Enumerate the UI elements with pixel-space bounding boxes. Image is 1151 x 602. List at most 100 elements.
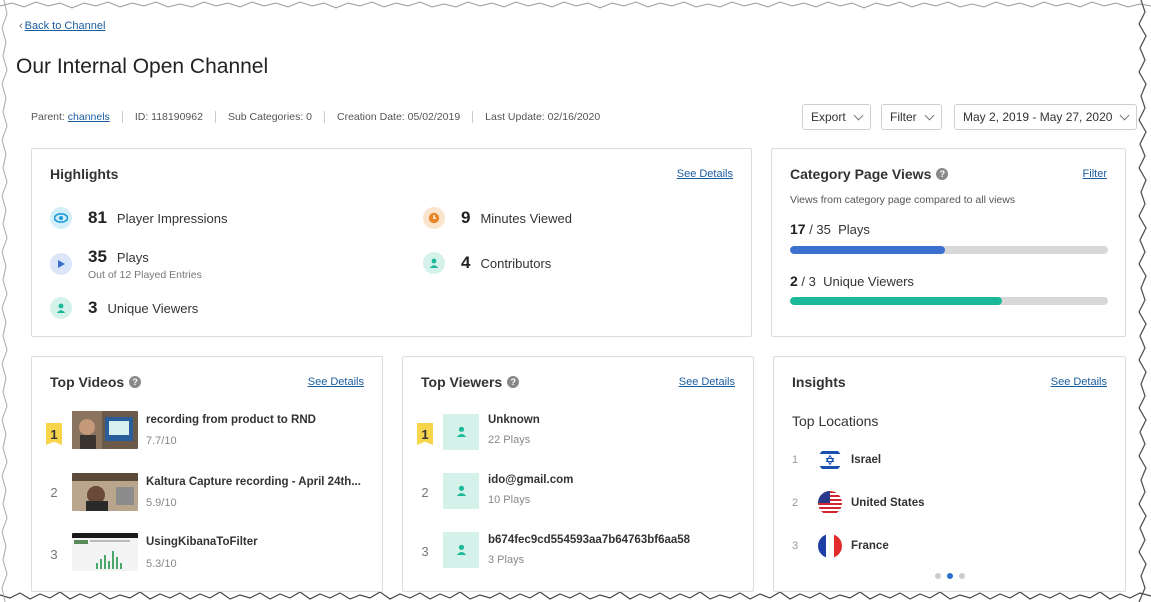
export-label: Export	[811, 110, 846, 124]
category-viewers-total: 3	[808, 274, 816, 289]
category-meta-row: Parent: channels ID: 118190962 Sub Categ…	[31, 111, 600, 123]
top-videos-card: Top Videos ? See Details 1 recording fro…	[31, 356, 383, 592]
video-thumbnail	[72, 533, 138, 571]
plays-value: 35	[88, 247, 107, 266]
minutes-viewed-label: Minutes Viewed	[480, 210, 573, 226]
clock-icon	[423, 207, 445, 229]
player-impressions-label: Player Impressions	[116, 210, 228, 226]
category-plays-progress-bar	[790, 246, 1108, 254]
player-impressions-stat: 81 Player Impressions	[50, 207, 227, 229]
rank-number: 3	[421, 543, 429, 559]
location-name: Israel	[851, 454, 882, 466]
player-impressions-value: 81	[88, 208, 107, 227]
unique-viewers-value: 3	[88, 298, 98, 317]
insights-see-details-link[interactable]: See Details	[1051, 376, 1107, 388]
help-icon[interactable]: ?	[507, 376, 520, 388]
minutes-viewed-value: 9	[461, 208, 471, 227]
page-title: Our Internal Open Channel	[16, 55, 269, 78]
top-viewers-title: Top Viewers ?	[421, 374, 520, 390]
category-page-views-title: Category Page Views ?	[790, 166, 949, 182]
chevron-left-icon: ‹	[19, 20, 23, 32]
plays-label: Plays	[116, 249, 149, 265]
video-score: 5.9/10	[146, 497, 177, 509]
category-viewers-progress-bar	[790, 297, 1108, 305]
unique-viewers-stat: 3 Unique Viewers	[50, 297, 198, 319]
france-flag-icon	[818, 534, 842, 558]
torn-edge-top	[0, 1, 1151, 9]
unique-viewers-label: Unique Viewers	[107, 300, 199, 316]
export-dropdown[interactable]: Export	[802, 104, 871, 130]
pager-dot[interactable]	[947, 573, 953, 579]
rank-badge: 1	[417, 423, 433, 445]
date-range-picker[interactable]: May 2, 2019 - May 27, 2020	[954, 104, 1138, 130]
video-thumbnail	[72, 411, 138, 449]
viewer-name: ido@gmail.com	[488, 474, 574, 486]
highlights-card: Highlights See Details 81 Player Impress…	[31, 148, 752, 337]
creation-date: Creation Date: 05/02/2019	[337, 111, 461, 123]
date-range-value: May 2, 2019 - May 27, 2020	[963, 110, 1113, 124]
meta-divider	[472, 111, 474, 123]
parent-link[interactable]: channels	[68, 111, 110, 123]
pager-dot[interactable]	[959, 573, 965, 579]
video-score: 7.7/10	[146, 435, 177, 447]
location-rank: 3	[792, 540, 799, 552]
rank-badge: 1	[46, 423, 62, 445]
location-name: United States	[851, 497, 925, 509]
meta-divider	[121, 111, 123, 123]
insights-title: Insights	[792, 374, 846, 390]
back-to-channel-link[interactable]: ‹ Back to Channel	[19, 20, 105, 32]
category-page-views-card: Category Page Views ? Filter Views from …	[771, 148, 1126, 337]
minutes-viewed-stat: 9 Minutes Viewed	[423, 207, 572, 229]
viewer-plays: 22 Plays	[488, 434, 531, 446]
chevron-down-icon	[853, 110, 864, 120]
category-viewers-label: Unique Viewers	[823, 274, 914, 289]
location-rank: 2	[792, 497, 799, 509]
viewer-name: b674fec9cd554593aa7b64763bf6aa58	[488, 534, 691, 546]
user-icon	[443, 473, 479, 509]
rank-number: 2	[421, 484, 429, 500]
location-name: France	[851, 540, 889, 552]
video-title[interactable]: recording from product to RND	[146, 414, 316, 426]
top-videos-title: Top Videos ?	[50, 374, 142, 390]
sub-categories-count: Sub Categories: 0	[227, 111, 312, 123]
category-plays-label: Plays	[838, 222, 870, 237]
location-rank: 1	[792, 454, 799, 466]
top-viewers-see-details-link[interactable]: See Details	[679, 376, 735, 388]
usa-flag-icon	[818, 491, 842, 515]
category-viewers-count: 2	[790, 273, 798, 289]
israel-flag-icon	[818, 448, 842, 472]
video-score: 5.3/10	[146, 558, 177, 570]
viewer-plays: 3 Plays	[488, 554, 525, 566]
category-viewers-stat: 2 / 3 Unique Viewers	[790, 273, 914, 289]
contributors-stat: 4 Contributors	[423, 252, 551, 274]
category-page-views-filter-link[interactable]: Filter	[1083, 168, 1107, 180]
user-icon	[443, 532, 479, 568]
top-videos-see-details-link[interactable]: See Details	[308, 376, 364, 388]
meta-divider	[214, 111, 216, 123]
play-icon	[50, 253, 72, 275]
help-icon[interactable]: ?	[936, 168, 949, 180]
user-icon	[423, 252, 445, 274]
category-page-views-subtitle: Views from category page compared to all…	[790, 194, 1016, 206]
top-videos-title-text: Top Videos	[50, 374, 125, 390]
category-plays-stat: 17 / 35 Plays	[790, 221, 870, 237]
rank-number: 3	[50, 546, 58, 562]
video-title[interactable]: UsingKibanaToFilter	[146, 536, 258, 548]
top-viewers-card: Top Viewers ? See Details 1 Unknown 22 P…	[402, 356, 754, 592]
filter-label: Filter	[890, 110, 917, 124]
category-page-views-title-text: Category Page Views	[790, 166, 932, 182]
highlights-see-details-link[interactable]: See Details	[677, 168, 733, 180]
video-title[interactable]: Kaltura Capture recording - April 24th..…	[146, 476, 361, 488]
category-plays-progress-fill	[790, 246, 945, 254]
help-icon[interactable]: ?	[129, 376, 142, 388]
chevron-down-icon	[1119, 110, 1130, 120]
torn-edge-right	[1138, 0, 1147, 602]
top-locations-heading: Top Locations	[792, 413, 879, 429]
pager-dot[interactable]	[935, 573, 941, 579]
back-to-channel-label: Back to Channel	[24, 20, 106, 32]
last-update-date: Last Update: 02/16/2020	[485, 111, 601, 123]
category-plays-total: 35	[816, 222, 831, 237]
filter-dropdown[interactable]: Filter	[881, 104, 942, 130]
insights-card: Insights See Details Top Locations 1 Isr…	[773, 356, 1126, 592]
user-icon	[50, 297, 72, 319]
